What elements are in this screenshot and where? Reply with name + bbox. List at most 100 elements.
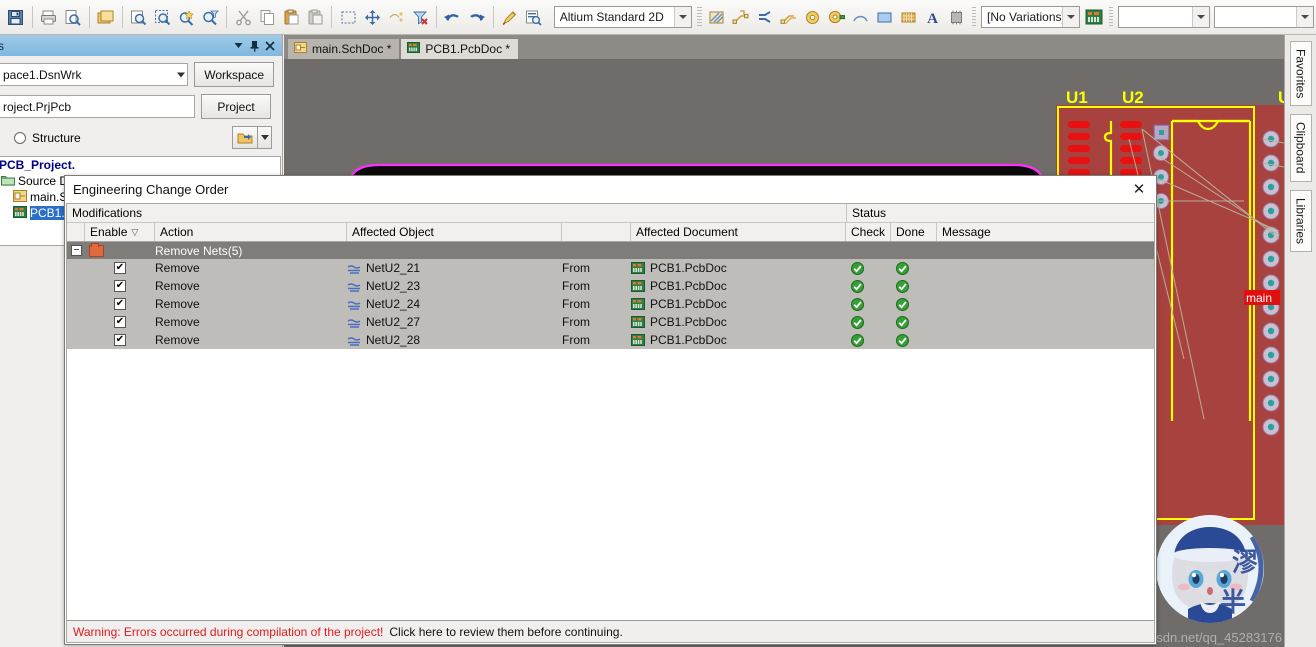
zoom-document-icon[interactable] <box>128 5 150 29</box>
tab-pcb1-pcbdoc[interactable]: PCB1.PcbDoc * <box>400 38 520 59</box>
enable-checkbox[interactable] <box>85 259 155 277</box>
column-header-done[interactable]: Done <box>891 223 937 241</box>
group-row-remove-nets[interactable]: − Remove Nets(5) <box>67 242 1154 259</box>
altium-designer-window: Altium Standard 2D A [No Variations] s p… <box>0 0 1316 647</box>
structure-radio-group[interactable]: Structure <box>14 131 81 145</box>
move-icon[interactable] <box>361 5 383 29</box>
print-icon[interactable] <box>38 5 60 29</box>
align-icon[interactable] <box>385 5 407 29</box>
workspace-button[interactable]: Workspace <box>194 62 274 87</box>
column-header-action[interactable]: Action <box>155 223 347 241</box>
toolbar-grip[interactable] <box>971 7 977 27</box>
empty-combo-2[interactable] <box>1213 6 1315 28</box>
chevron-down-icon[interactable] <box>1061 7 1079 27</box>
compilation-warning-hint[interactable]: Click here to review them before continu… <box>389 625 622 639</box>
dialog-title: Engineering Change Order <box>73 182 229 197</box>
zoom-filter-icon[interactable] <box>200 5 222 29</box>
cell-affected-object: NetU2_24 <box>347 295 562 313</box>
browse-icon[interactable] <box>523 5 545 29</box>
tree-item-pcb-project[interactable]: PCB_Project. <box>0 157 280 173</box>
undo-icon[interactable] <box>442 5 464 29</box>
cell-check-status <box>846 331 891 349</box>
zoom-area-icon[interactable] <box>152 5 174 29</box>
cut-icon[interactable] <box>232 5 254 29</box>
structure-radio[interactable] <box>14 131 26 144</box>
view-configuration-combo[interactable]: Altium Standard 2D <box>553 6 693 28</box>
table-row[interactable]: Remove NetU2_28 From PCB1.PcbDoc <box>67 331 1154 349</box>
close-icon[interactable] <box>262 38 278 54</box>
place-via-icon[interactable] <box>802 5 824 29</box>
enable-checkbox[interactable] <box>85 277 155 295</box>
open-documents-icon[interactable] <box>95 5 117 29</box>
project-field-value: roject.PrjPcb <box>3 99 72 114</box>
variations-combo[interactable]: [No Variations] <box>981 6 1080 28</box>
project-field[interactable]: roject.PrjPcb <box>0 95 195 118</box>
column-header-affected-document[interactable]: Affected Document <box>631 223 846 241</box>
cell-affected-object: NetU2_28 <box>347 331 562 349</box>
column-header-spacer <box>67 223 85 241</box>
print-preview-icon[interactable] <box>62 5 84 29</box>
tab-main-schdoc[interactable]: main.SchDoc * <box>287 38 401 59</box>
row-spacer <box>67 313 85 331</box>
column-header-check[interactable]: Check <box>846 223 891 241</box>
group-expander[interactable]: − <box>67 242 85 259</box>
cell-check-status <box>846 277 891 295</box>
place-arc-icon[interactable] <box>850 5 872 29</box>
vtab-clipboard[interactable]: Clipboard <box>1289 114 1312 182</box>
zoom-selected-icon[interactable] <box>176 5 198 29</box>
toolbar-separator <box>88 6 90 28</box>
chevron-down-icon[interactable] <box>1296 7 1314 27</box>
vtab-libraries[interactable]: Libraries <box>1289 189 1312 252</box>
pin-icon[interactable] <box>246 38 262 54</box>
chevron-down-icon[interactable] <box>674 7 692 27</box>
redo-icon[interactable] <box>466 5 488 29</box>
table-row[interactable]: Remove NetU2_24 From PCB1.PcbDoc <box>67 295 1154 313</box>
toolbar-grip[interactable] <box>697 7 702 27</box>
dialog-footer[interactable]: Warning: Errors occurred during compilat… <box>67 620 1154 642</box>
enable-checkbox[interactable] <box>85 313 155 331</box>
place-component-icon[interactable] <box>946 5 968 29</box>
table-row[interactable]: Remove NetU2_27 From PCB1.PcbDoc <box>67 313 1154 331</box>
select-area-icon[interactable] <box>337 5 359 29</box>
project-button[interactable]: Project <box>201 94 271 119</box>
interactive-routing-icon[interactable] <box>754 5 776 29</box>
column-header-enable[interactable]: Enable ▽ <box>85 223 155 241</box>
enable-checkbox[interactable] <box>85 295 155 313</box>
toolbar-grip[interactable] <box>1108 7 1114 27</box>
empty-combo-1[interactable] <box>1118 6 1210 28</box>
modifications-grid[interactable]: − Remove Nets(5) Remove NetU2_21 <box>67 242 1154 620</box>
collapse-icon[interactable]: − <box>71 245 82 256</box>
document-tab-bar: main.SchDoc * PCB1.PcbDoc * <box>284 35 1284 59</box>
chevron-down-icon[interactable] <box>177 72 186 77</box>
place-fill-icon[interactable] <box>874 5 896 29</box>
vtab-favorites[interactable]: Favorites <box>1289 41 1312 107</box>
place-pad-icon[interactable] <box>826 5 848 29</box>
open-project-icon[interactable] <box>232 126 258 149</box>
place-polygon-icon[interactable] <box>898 5 920 29</box>
main-toolbar: Altium Standard 2D A [No Variations] <box>0 0 1316 35</box>
place-track-icon[interactable] <box>730 5 752 29</box>
clear-filter-icon[interactable] <box>409 5 431 29</box>
workspace-field[interactable]: pace1.DsnWrk <box>0 63 189 86</box>
column-header-message[interactable]: Message <box>937 223 1154 241</box>
open-project-dropdown[interactable] <box>258 126 272 149</box>
column-header-direction[interactable] <box>562 223 631 241</box>
enable-checkbox[interactable] <box>85 331 155 349</box>
paste-icon[interactable] <box>280 5 302 29</box>
pcb-board-icon[interactable] <box>1083 5 1105 29</box>
table-row[interactable]: Remove NetU2_21 From PCB1.PcbDoc <box>67 259 1154 277</box>
chevron-down-icon[interactable] <box>1191 7 1209 27</box>
highlight-icon[interactable] <box>499 5 521 29</box>
column-header-affected-object[interactable]: Affected Object <box>347 223 562 241</box>
compilation-warning-text: Warning: Errors occurred during compilat… <box>73 624 384 639</box>
board-planning-icon[interactable] <box>706 5 728 29</box>
differential-pair-icon[interactable] <box>778 5 800 29</box>
cell-direction: From <box>562 315 590 329</box>
copy-icon[interactable] <box>256 5 278 29</box>
close-icon[interactable]: ✕ <box>1128 179 1150 199</box>
table-row[interactable]: Remove NetU2_23 From PCB1.PcbDoc <box>67 277 1154 295</box>
chevron-down-icon[interactable] <box>230 38 246 54</box>
save-icon[interactable] <box>5 5 27 29</box>
paste-special-icon[interactable] <box>304 5 326 29</box>
place-string-icon[interactable]: A <box>922 5 944 29</box>
